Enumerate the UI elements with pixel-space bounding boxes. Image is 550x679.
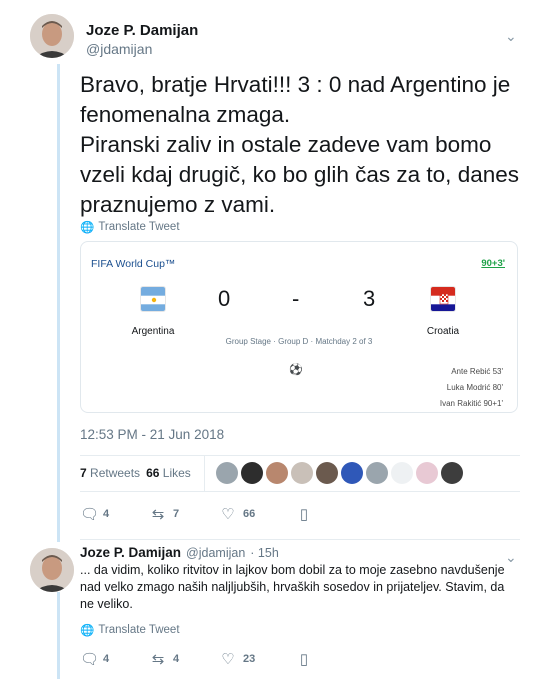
likes-count: 66 xyxy=(146,466,160,480)
divider xyxy=(80,491,520,492)
scorer-entry: Ante Rebić 53' xyxy=(451,367,503,376)
stats-divider xyxy=(204,455,205,491)
engagement-stats: 7 Retweets 66 Likes xyxy=(80,466,191,480)
like-count: 23 xyxy=(243,653,256,665)
author-name[interactable]: Joze P. Damijan xyxy=(86,22,198,39)
retweets-count: 7 xyxy=(80,466,87,480)
reply-button[interactable]: 🗨 4 xyxy=(80,650,150,668)
away-score: 3 xyxy=(363,286,376,311)
liker-avatar[interactable] xyxy=(366,462,388,484)
analytics-icon: ▯ xyxy=(299,506,309,523)
tweet-actions: 🗨 4 ⇆ 7 ♡ 66 ▯ xyxy=(80,505,366,523)
liker-avatars xyxy=(216,462,463,484)
analytics-icon: ▯ xyxy=(299,651,309,668)
liker-avatar[interactable] xyxy=(441,462,463,484)
retweet-icon: ⇆ xyxy=(151,506,165,523)
liker-avatar[interactable] xyxy=(316,462,338,484)
heart-icon: ♡ xyxy=(221,506,235,523)
reply-text: ... da vidim, koliko ritvitov in lajkov … xyxy=(80,563,505,611)
likes-stat[interactable]: 66 Likes xyxy=(146,466,191,480)
globe-icon: 🌐 xyxy=(80,222,95,234)
reply-author-name[interactable]: Joze P. Damijan xyxy=(80,545,181,560)
reply-icon: 🗨 xyxy=(80,506,100,523)
liker-avatar[interactable] xyxy=(216,462,238,484)
team-away: Croatia xyxy=(403,281,483,337)
retweets-stat[interactable]: 7 Retweets xyxy=(80,466,140,480)
reply-count: 4 xyxy=(103,508,110,520)
retweet-icon: ⇆ xyxy=(151,651,165,668)
author-handle[interactable]: @jdamijan xyxy=(86,41,152,57)
liker-avatar[interactable] xyxy=(416,462,438,484)
tweet-text: Bravo, bratje Hrvati!!! 3 : 0 nad Argent… xyxy=(80,72,519,217)
like-count: 66 xyxy=(243,508,256,520)
chevron-down-icon[interactable]: ⌄ xyxy=(505,28,517,45)
like-button[interactable]: ♡ 66 xyxy=(220,505,296,523)
reply-count: 4 xyxy=(103,653,110,665)
liker-avatar[interactable] xyxy=(266,462,288,484)
match-card[interactable]: FIFA World Cup™ 90+3' Argentina 0 - 3 Cr… xyxy=(80,241,518,413)
retweet-count: 4 xyxy=(173,653,180,665)
reply-icon: 🗨 xyxy=(80,651,100,668)
analytics-button[interactable]: ▯ xyxy=(296,505,366,523)
divider xyxy=(80,455,520,456)
reply-header: Joze P. Damijan @jdamijan · 15h xyxy=(80,545,279,560)
author-avatar[interactable] xyxy=(30,14,74,58)
scorer-entry: Ivan Rakitić 90+1' xyxy=(439,399,503,408)
reply-author-handle[interactable]: @jdamijan xyxy=(186,546,245,560)
retweet-button[interactable]: ⇆ 4 xyxy=(150,650,220,668)
home-team-name: Argentina xyxy=(131,326,175,337)
globe-icon: 🌐 xyxy=(80,625,95,637)
liker-avatar[interactable] xyxy=(291,462,313,484)
away-team-name: Croatia xyxy=(426,326,460,337)
thread-connector-line-lower xyxy=(57,592,60,679)
translate-tweet-label: Translate Tweet xyxy=(98,221,180,233)
liker-avatar[interactable] xyxy=(241,462,263,484)
divider xyxy=(80,539,520,540)
thread-connector-line xyxy=(57,64,60,542)
match-status-badge: 90+3' xyxy=(481,258,505,269)
liker-avatar[interactable] xyxy=(391,462,413,484)
retweet-count: 7 xyxy=(173,508,180,520)
translate-tweet-link[interactable]: 🌐 Translate Tweet xyxy=(80,220,180,234)
reply-actions: 🗨 4 ⇆ 4 ♡ 23 ▯ xyxy=(80,650,366,668)
argentina-flag-icon xyxy=(140,286,166,312)
like-button[interactable]: ♡ 23 xyxy=(220,650,296,668)
tweet-timestamp[interactable]: 12:53 PM - 21 Jun 2018 xyxy=(80,427,224,442)
scorer-entry: Luka Modrić 80' xyxy=(446,383,503,392)
score-separator: - xyxy=(292,286,300,311)
translate-tweet-link[interactable]: 🌐 Translate Tweet xyxy=(80,623,180,637)
reply-time-ago[interactable]: · 15h xyxy=(250,546,279,560)
heart-icon: ♡ xyxy=(221,651,235,668)
reply-author-avatar[interactable] xyxy=(30,548,74,592)
card-title: FIFA World Cup™ xyxy=(91,258,176,270)
home-score: 0 xyxy=(218,286,231,311)
likes-label: Likes xyxy=(162,466,191,480)
match-stage: Group Stage · Group D · Matchday 2 of 3 xyxy=(225,337,373,346)
translate-tweet-label: Translate Tweet xyxy=(98,624,180,636)
soccer-ball-icon: ⚽ xyxy=(289,364,303,376)
retweets-label: Retweets xyxy=(90,466,141,480)
analytics-button[interactable]: ▯ xyxy=(296,650,366,668)
reply-button[interactable]: 🗨 4 xyxy=(80,505,150,523)
team-home: Argentina xyxy=(113,281,193,337)
liker-avatar[interactable] xyxy=(341,462,363,484)
retweet-button[interactable]: ⇆ 7 xyxy=(150,505,220,523)
croatia-flag-icon xyxy=(430,286,456,312)
